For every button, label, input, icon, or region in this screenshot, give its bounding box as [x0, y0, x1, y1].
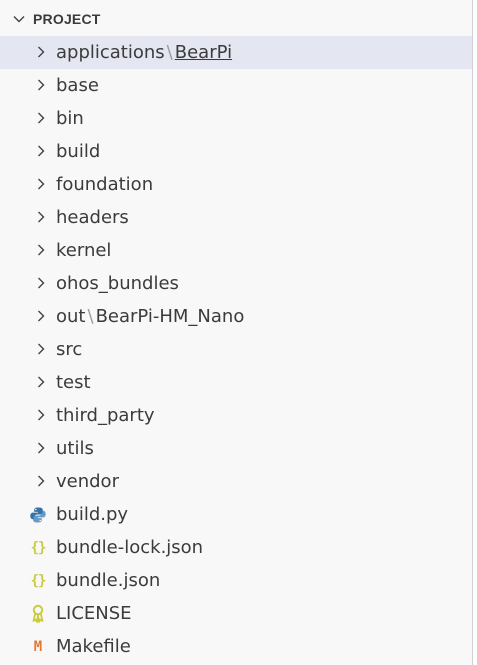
item-label: bundle-lock.json: [56, 531, 203, 564]
folder-item-headers[interactable]: headers: [0, 201, 472, 234]
item-name: bin: [56, 108, 84, 129]
folder-item-bin[interactable]: bin: [0, 102, 472, 135]
item-label: out \ BearPi-HM_Nano: [56, 300, 244, 333]
folder-item-base[interactable]: base: [0, 69, 472, 102]
item-name: vendor: [56, 471, 119, 492]
item-label: ohos_bundles: [56, 267, 179, 300]
license-icon: [28, 604, 48, 624]
item-label: third_party: [56, 399, 155, 432]
item-name: third_party: [56, 405, 155, 426]
item-label: foundation: [56, 168, 153, 201]
makefile-icon: M: [33, 639, 43, 655]
chevron-right-icon[interactable]: [33, 44, 49, 60]
folder-item-foundation[interactable]: foundation: [0, 168, 472, 201]
folder-item-build[interactable]: build: [0, 135, 472, 168]
explorer-panel: PROJECT applications \ BearPi base bin build f…: [0, 0, 473, 665]
item-name: foundation: [56, 174, 154, 195]
folder-item-src[interactable]: src: [0, 333, 472, 366]
item-name: base: [56, 75, 99, 96]
file-item-makefile[interactable]: M Makefile: [0, 630, 472, 663]
chevron-right-icon[interactable]: [33, 308, 49, 324]
chevron-right-icon[interactable]: [33, 77, 49, 93]
item-name: kernel: [56, 240, 112, 261]
json-icon: {}: [30, 573, 47, 589]
item-name: bundle-lock.json: [56, 537, 204, 558]
item-label: test: [56, 366, 91, 399]
section-title: PROJECT: [33, 10, 101, 27]
item-label: applications \ BearPi: [56, 36, 232, 69]
item-name: out: [56, 306, 86, 327]
file-item-bundle-lock-json[interactable]: {} bundle-lock.json: [0, 531, 472, 564]
json-icon: {}: [30, 540, 47, 556]
folder-item-vendor[interactable]: vendor: [0, 465, 472, 498]
chevron-right-icon[interactable]: [33, 275, 49, 291]
chevron-right-icon[interactable]: [33, 473, 49, 489]
folder-item-ohos-bundles[interactable]: ohos_bundles: [0, 267, 472, 300]
file-item-bundle-json[interactable]: {} bundle.json: [0, 564, 472, 597]
chevron-right-icon[interactable]: [33, 176, 49, 192]
path-separator: \: [87, 306, 94, 327]
file-item-build-py[interactable]: build.py: [0, 498, 472, 531]
folder-item-third-party[interactable]: third_party: [0, 399, 472, 432]
path-separator: \: [166, 42, 173, 63]
file-tree: applications \ BearPi base bin build foundatio…: [0, 36, 472, 663]
item-name: headers: [56, 207, 129, 228]
item-name: bundle.json: [56, 570, 161, 591]
item-label: headers: [56, 201, 129, 234]
item-name: build.py: [56, 504, 129, 525]
compact-folder-segment: BearPi-HM_Nano: [95, 306, 245, 327]
item-name: src: [56, 339, 83, 360]
item-name: ohos_bundles: [56, 273, 179, 294]
item-label: utils: [56, 432, 94, 465]
item-label: kernel: [56, 234, 111, 267]
item-label: LICENSE: [56, 597, 132, 630]
item-label: Makefile: [56, 630, 131, 663]
chevron-right-icon[interactable]: [33, 110, 49, 126]
item-label: vendor: [56, 465, 119, 498]
compact-folder-segment: BearPi: [174, 42, 233, 63]
item-label: bundle.json: [56, 564, 160, 597]
folder-item-test[interactable]: test: [0, 366, 472, 399]
chevron-right-icon[interactable]: [33, 374, 49, 390]
python-icon: [28, 505, 48, 525]
item-name: utils: [56, 438, 94, 459]
chevron-right-icon[interactable]: [33, 341, 49, 357]
chevron-right-icon[interactable]: [33, 242, 49, 258]
chevron-right-icon[interactable]: [33, 209, 49, 225]
folder-item-applications[interactable]: applications \ BearPi: [0, 36, 472, 69]
folder-item-utils[interactable]: utils: [0, 432, 472, 465]
item-name: Makefile: [56, 636, 131, 657]
item-name: applications: [56, 42, 165, 63]
chevron-down-icon[interactable]: [11, 11, 27, 27]
file-item-license[interactable]: LICENSE: [0, 597, 472, 630]
item-label: build.py: [56, 498, 128, 531]
folder-item-kernel[interactable]: kernel: [0, 234, 472, 267]
chevron-right-icon[interactable]: [33, 407, 49, 423]
item-label: bin: [56, 102, 84, 135]
item-name: test: [56, 372, 91, 393]
item-label: src: [56, 333, 82, 366]
chevron-right-icon[interactable]: [33, 440, 49, 456]
folder-item-out[interactable]: out \ BearPi-HM_Nano: [0, 300, 472, 333]
item-label: build: [56, 135, 100, 168]
item-name: build: [56, 141, 101, 162]
section-header[interactable]: PROJECT: [0, 2, 472, 35]
item-label: base: [56, 69, 99, 102]
chevron-right-icon[interactable]: [33, 143, 49, 159]
item-name: LICENSE: [56, 603, 132, 624]
